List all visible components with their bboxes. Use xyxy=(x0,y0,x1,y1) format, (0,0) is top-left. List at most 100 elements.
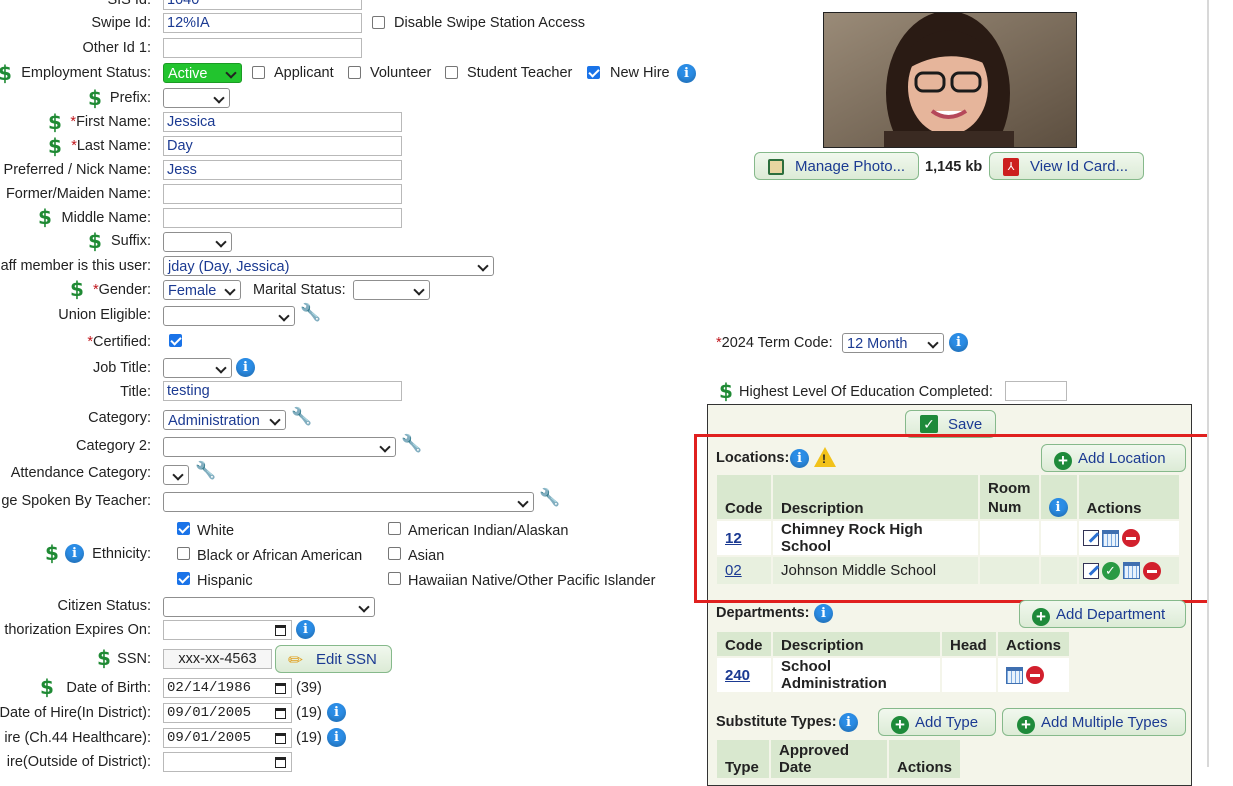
middle-name-label: Middle Name: xyxy=(61,210,151,226)
ethnicity-info-icon[interactable]: i xyxy=(65,544,84,563)
wrench-icon[interactable]: 🔧 xyxy=(291,408,312,425)
ssn-label: SSN: xyxy=(117,651,151,667)
middle-name-input[interactable] xyxy=(163,208,402,228)
marital-status-select[interactable] xyxy=(353,280,430,300)
term-code-select[interactable]: 12 Month xyxy=(842,333,944,353)
ethnicity-native-checkbox[interactable] xyxy=(388,522,401,535)
last-name-input[interactable]: Day xyxy=(163,136,402,156)
other-id-input[interactable] xyxy=(163,38,362,58)
staff-photo xyxy=(823,12,1077,148)
wrench-icon[interactable]: 🔧 xyxy=(539,489,560,506)
calendar-icon[interactable] xyxy=(275,733,286,744)
wrench-icon[interactable]: 🔧 xyxy=(300,304,321,321)
new-hire-label: New Hire xyxy=(610,65,670,81)
dob-input[interactable]: 02/14/1986 xyxy=(163,678,292,698)
new-hire-checkbox[interactable] xyxy=(587,66,600,79)
view-id-card-button[interactable]: ⅄ View Id Card... xyxy=(989,152,1144,180)
maiden-name-input[interactable] xyxy=(163,184,402,204)
disable-swipe-checkbox[interactable] xyxy=(372,16,385,29)
wrench-icon[interactable]: 🔧 xyxy=(195,462,216,479)
hire-ch44-input[interactable]: 09/01/2005 xyxy=(163,728,292,748)
education-input[interactable] xyxy=(1005,381,1067,401)
departments-table: Code Description Head Actions 240 School… xyxy=(715,630,1071,694)
dob-age: (39) xyxy=(296,680,322,696)
gender-select[interactable]: Female xyxy=(163,280,241,300)
calendar-icon[interactable] xyxy=(1006,666,1023,684)
union-eligible-select[interactable] xyxy=(163,306,295,326)
add-department-button[interactable]: + Add Department xyxy=(1019,600,1186,628)
hire-outside-input[interactable] xyxy=(163,752,292,772)
add-type-button[interactable]: + Add Type xyxy=(878,708,996,736)
ethnicity-pacific-checkbox[interactable] xyxy=(388,572,401,585)
highlight-box xyxy=(694,434,1215,603)
prefix-select[interactable] xyxy=(163,88,230,108)
certified-checkbox[interactable] xyxy=(169,334,182,347)
hire-ch44-label: ire (Ch.44 Healthcare): xyxy=(4,730,151,746)
wrench-icon[interactable]: 🔧 xyxy=(401,435,422,452)
student-teacher-checkbox[interactable] xyxy=(445,66,458,79)
job-title-label: Job Title: xyxy=(92,360,151,376)
substitute-types-info-icon[interactable]: i xyxy=(839,713,858,732)
delete-icon[interactable] xyxy=(1026,666,1044,685)
state-reporting-icon: $ xyxy=(0,61,12,85)
term-code-info-icon[interactable]: i xyxy=(949,333,968,352)
edit-ssn-button[interactable]: ✏ Edit SSN xyxy=(275,645,392,673)
category2-select[interactable] xyxy=(163,437,396,457)
hire-district-label: Date of Hire(In District): xyxy=(0,705,151,721)
state-reporting-icon: $ xyxy=(97,646,111,670)
staff-user-select[interactable]: jday (Day, Jessica) xyxy=(163,256,494,276)
citizen-status-select[interactable] xyxy=(163,597,375,617)
gender-label: *Gender: xyxy=(92,282,151,298)
certified-label: *Certified: xyxy=(87,334,151,350)
department-code[interactable]: 240 xyxy=(717,658,771,692)
calendar-icon[interactable] xyxy=(275,625,286,636)
plus-icon: + xyxy=(891,716,909,734)
applicant-checkbox[interactable] xyxy=(252,66,265,79)
maiden-name-label: Former/Maiden Name: xyxy=(5,186,151,202)
first-name-input[interactable]: Jessica xyxy=(163,112,402,132)
table-row: 240 School Administration xyxy=(717,658,1070,692)
ethnicity-black-checkbox[interactable] xyxy=(177,547,190,560)
other-id-label: Other Id 1: xyxy=(82,40,151,56)
hire-district-input[interactable]: 09/01/2005 xyxy=(163,703,292,723)
swipe-id-label: Swipe Id: xyxy=(91,15,151,31)
employment-status-select[interactable]: Active xyxy=(163,63,242,83)
calendar-icon[interactable] xyxy=(275,683,286,694)
ethnicity-white-checkbox[interactable] xyxy=(177,522,190,535)
language-select[interactable] xyxy=(163,492,534,512)
category-select[interactable]: Administration xyxy=(163,410,286,430)
auth-expires-info-icon[interactable]: i xyxy=(296,620,315,639)
ethnicity-black-label: Black or African American xyxy=(197,548,363,564)
calendar-icon[interactable] xyxy=(275,757,286,768)
job-title-info-icon[interactable]: i xyxy=(236,358,255,377)
employment-status-label: Employment Status: xyxy=(21,65,151,81)
ethnicity-native-label: American Indian/Alaskan xyxy=(408,523,569,539)
hire-district-info-icon[interactable]: i xyxy=(327,703,346,722)
calendar-icon[interactable] xyxy=(275,708,286,719)
ethnicity-hispanic-checkbox[interactable] xyxy=(177,572,190,585)
job-title-select[interactable] xyxy=(163,358,232,378)
manage-photo-button[interactable]: Manage Photo... xyxy=(754,152,919,180)
title-input[interactable]: testing xyxy=(163,381,402,401)
swipe-id-input[interactable]: 12%IA xyxy=(163,13,362,33)
new-hire-info-icon[interactable]: i xyxy=(677,64,696,83)
volunteer-checkbox[interactable] xyxy=(348,66,361,79)
union-eligible-label: Union Eligible: xyxy=(58,307,151,323)
suffix-select[interactable] xyxy=(163,232,232,252)
add-multiple-types-button[interactable]: + Add Multiple Types xyxy=(1002,708,1186,736)
ssn-input: xxx-xx-4563 xyxy=(163,649,272,669)
departments-info-icon[interactable]: i xyxy=(814,604,833,623)
nick-name-input[interactable]: Jess xyxy=(163,160,402,180)
auth-expires-input[interactable] xyxy=(163,620,292,640)
state-reporting-icon: $ xyxy=(88,229,102,253)
ethnicity-asian-checkbox[interactable] xyxy=(388,547,401,560)
auth-expires-label: thorization Expires On: xyxy=(4,622,151,638)
ethnicity-pacific-label: Hawaiian Native/Other Pacific Islander xyxy=(408,573,656,589)
hire-ch44-info-icon[interactable]: i xyxy=(327,728,346,747)
state-reporting-icon: $ xyxy=(48,110,62,134)
first-name-label: *First Name: xyxy=(70,114,151,130)
plus-icon: + xyxy=(1017,716,1035,734)
sis-id-input[interactable]: 1040 xyxy=(163,0,362,10)
attendance-category-select[interactable] xyxy=(163,465,189,485)
department-actions xyxy=(998,658,1070,692)
